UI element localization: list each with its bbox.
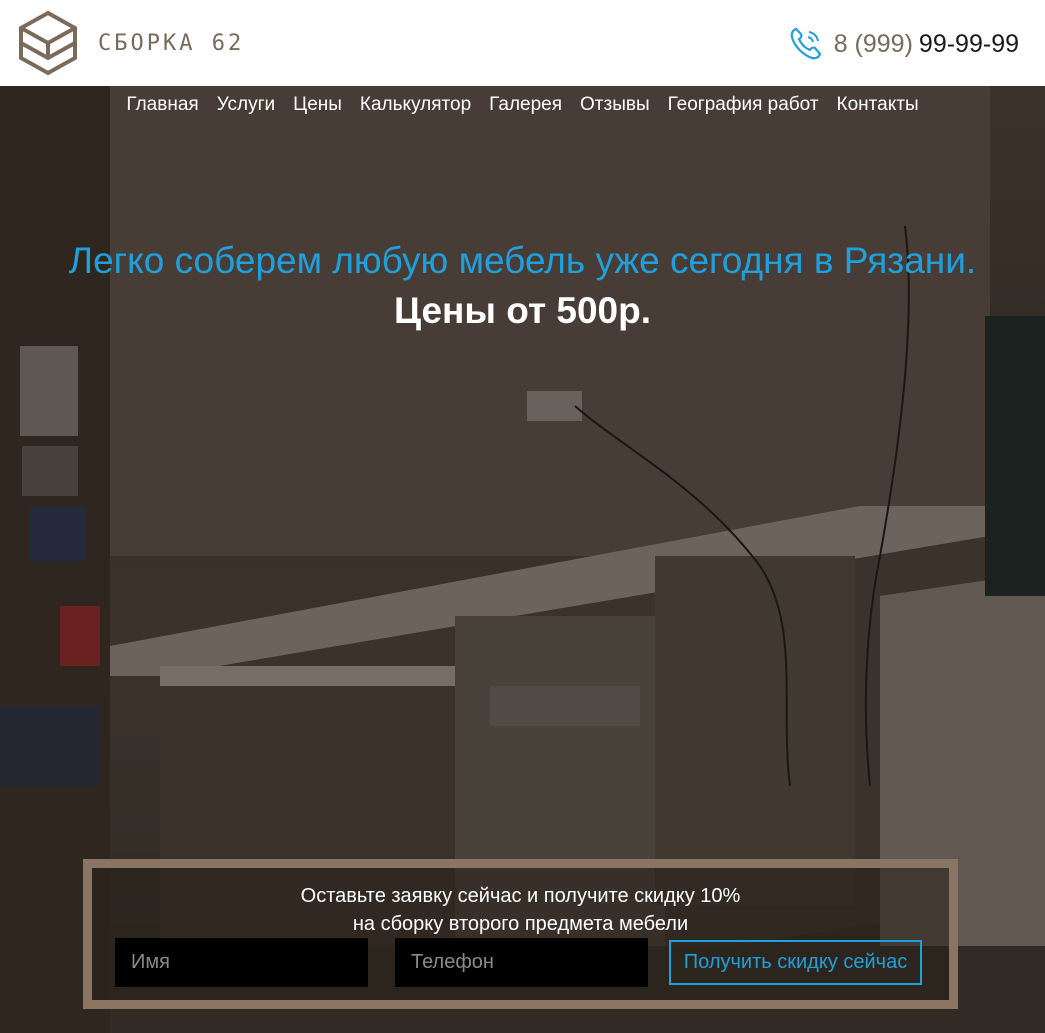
nav-item-geography[interactable]: География работ (659, 92, 828, 118)
get-discount-button[interactable]: Получить скидку сейчас (669, 940, 922, 985)
nav-item-calculator[interactable]: Калькулятор (351, 92, 480, 118)
form-offer-text: Оставьте заявку сейчас и получите скидку… (92, 882, 949, 938)
discount-form: Оставьте заявку сейчас и получите скидку… (83, 859, 958, 1009)
form-offer-line-1: Оставьте заявку сейчас и получите скидку… (300, 885, 741, 907)
nav-item-contacts[interactable]: Контакты (828, 92, 928, 118)
cube-logo-icon (19, 10, 77, 76)
header-phone[interactable]: 8 (999) 99-99-99 (788, 26, 1019, 62)
site-header: СБОРКА 62 8 (999) 99-99-99 (0, 0, 1045, 86)
logo[interactable]: СБОРКА 62 (18, 10, 244, 76)
nav-item-home[interactable]: Главная (117, 92, 207, 118)
name-input[interactable] (115, 938, 368, 987)
nav-item-gallery[interactable]: Галерея (480, 92, 571, 118)
nav-item-prices[interactable]: Цены (284, 92, 351, 118)
hero-headline: Легко соберем любую мебель уже сегодня в… (68, 240, 977, 281)
form-offer-line-2: на сборку второго предмета мебели (352, 913, 689, 935)
nav-item-services[interactable]: Услуги (208, 92, 284, 118)
phone-number: 99-99-99 (918, 29, 1019, 58)
phone-input[interactable] (395, 938, 648, 987)
hero-section: Главная Услуги Цены Калькулятор Галерея … (0, 86, 1045, 1033)
phone-code: 8 (999) (833, 29, 913, 58)
phone-icon (790, 27, 821, 60)
nav-item-reviews[interactable]: Отзывы (571, 92, 659, 118)
hero-subline: Цены от 500р. (394, 290, 651, 331)
logo-text: СБОРКА 62 (98, 30, 245, 56)
main-nav: Главная Услуги Цены Калькулятор Галерея … (0, 92, 1045, 118)
